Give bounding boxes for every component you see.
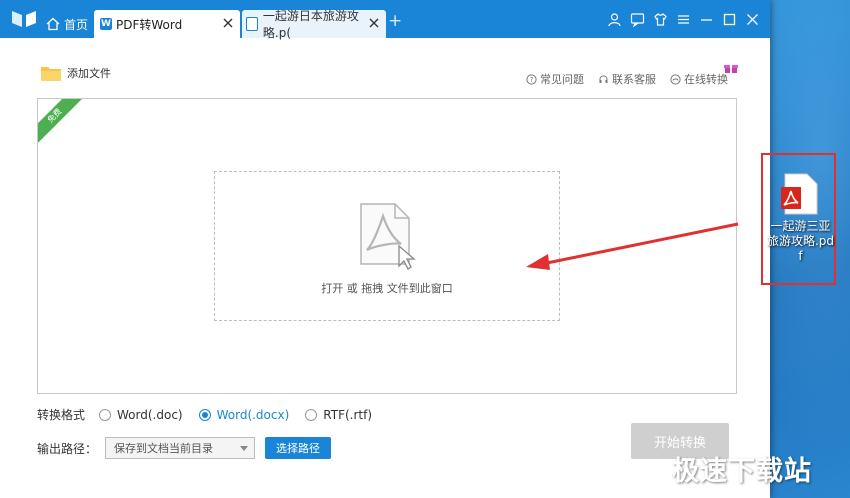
desktop-file-name: 一起游三亚旅游攻略.pdf <box>766 219 835 263</box>
user-icon[interactable] <box>607 12 622 27</box>
word-icon: W <box>100 18 112 30</box>
title-bar: 首页 W PDF转Word 一起游日本旅游攻略.p( + <box>0 0 770 40</box>
format-rtf-radio[interactable]: RTF(.rtf) <box>305 408 372 422</box>
skin-icon[interactable] <box>653 12 668 27</box>
close-tab-icon[interactable] <box>368 17 380 29</box>
headset-icon <box>599 75 608 83</box>
radio-circle <box>99 408 112 421</box>
add-file-label: 添加文件 <box>67 67 111 80</box>
svg-text:?: ? <box>530 76 534 84</box>
gift-icon[interactable] <box>724 62 738 74</box>
app-logo-icon <box>12 11 36 27</box>
output-path-value: 保存到文档当前目录 <box>114 442 214 455</box>
format-doc-label: Word(.doc) <box>117 407 183 422</box>
format-docx-label: Word(.docx) <box>216 407 290 422</box>
close-window-icon[interactable] <box>745 12 760 27</box>
home-icon <box>46 17 60 31</box>
output-path-select[interactable]: 保存到文档当前目录 <box>105 437 256 459</box>
add-file-button[interactable]: 添加文件 <box>40 64 111 82</box>
format-docx-radio[interactable]: Word(.docx) <box>198 407 290 422</box>
window-controls <box>607 12 760 27</box>
chevron-down-icon <box>240 446 249 451</box>
tab-home-label: 首页 <box>64 17 89 32</box>
tab-home[interactable]: 首页 <box>46 10 92 38</box>
format-doc-radio[interactable]: Word(.doc) <box>99 408 183 422</box>
cloud-icon <box>670 73 681 85</box>
online-convert-label: 在线转换 <box>684 73 728 86</box>
menu-icon[interactable] <box>676 12 691 27</box>
free-badge: 免费 <box>38 99 85 146</box>
online-convert-link[interactable]: 在线转换 <box>670 71 728 87</box>
drag-arrow-annotation <box>526 222 739 270</box>
pdf-file-icon <box>360 203 416 270</box>
watermark: 极速下载站 <box>672 456 812 487</box>
format-rtf-label: RTF(.rtf) <box>323 407 373 422</box>
choose-path-button[interactable]: 选择路径 <box>265 437 332 459</box>
radio-circle <box>305 408 318 421</box>
tab-pdf-to-word[interactable]: W PDF转Word <box>94 10 240 38</box>
document-icon <box>246 17 258 31</box>
folder-icon <box>41 67 61 81</box>
format-label: 转换格式 <box>37 408 86 422</box>
tab-pdf-to-word-label: PDF转Word <box>116 17 183 32</box>
drop-zone[interactable]: 打开 或 拖拽 文件到此窗口 <box>214 171 560 321</box>
message-icon[interactable] <box>630 12 645 27</box>
faq-link[interactable]: ? 常见问题 <box>526 71 584 87</box>
tab-document[interactable]: 一起游日本旅游攻略.p( <box>242 9 386 40</box>
output-path-label: 输出路径： <box>37 441 98 456</box>
faq-label: 常见问题 <box>540 73 584 86</box>
question-icon: ? <box>526 73 537 85</box>
new-tab-icon[interactable]: + <box>388 13 402 30</box>
format-options: 转换格式 Word(.doc) Word(.docx) RTF(.rtf) <box>37 406 388 423</box>
minimize-icon[interactable] <box>699 12 714 27</box>
maximize-icon[interactable] <box>722 12 737 27</box>
close-tab-icon[interactable] <box>222 17 234 29</box>
pdf-file-icon <box>781 173 818 215</box>
contact-support-link[interactable]: 联系客服 <box>598 71 656 87</box>
help-links: ? 常见问题 联系客服 在线转换 <box>526 71 728 87</box>
drop-hint: 打开 或 拖拽 文件到此窗口 <box>321 282 453 295</box>
desktop-pdf-file[interactable]: 一起游三亚旅游攻略.pdf <box>761 153 836 285</box>
contact-support-label: 联系客服 <box>612 73 656 86</box>
output-path-row: 输出路径： 保存到文档当前目录 选择路径 <box>37 437 332 459</box>
radio-circle <box>198 408 211 421</box>
